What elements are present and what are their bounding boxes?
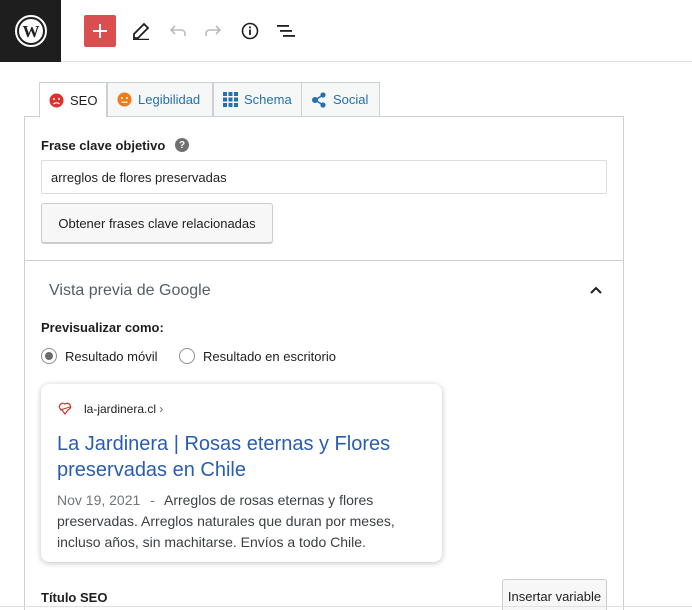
sad-face-icon	[49, 93, 64, 107]
serp-title: La Jardinera | Rosas eternas y Flores pr…	[57, 433, 391, 481]
seo-title-label: Título SEO	[41, 590, 108, 605]
focus-keyphrase-input[interactable]: arreglos de flores preservadas	[41, 160, 607, 194]
share-icon	[312, 91, 326, 108]
tab-schema[interactable]: Schema	[213, 82, 302, 117]
serp-date: Nov 19, 2021	[57, 492, 141, 508]
undo-button[interactable]	[162, 15, 194, 47]
tab-legibilidad-label: Legibilidad	[138, 92, 201, 107]
serp-url-chevron: ›	[159, 402, 164, 416]
svg-text:W: W	[22, 22, 39, 41]
preview-as-label: Previsualizar como:	[41, 320, 164, 335]
tab-schema-label: Schema	[244, 92, 292, 107]
editor-toolbar: W	[0, 0, 692, 62]
radio-button-checked[interactable]	[41, 348, 57, 364]
add-block-button[interactable]	[84, 15, 116, 47]
radio-desktop-label: Resultado en escritorio	[203, 348, 336, 364]
radio-button-unchecked[interactable]	[179, 348, 195, 364]
serp-description: Nov 19, 2021 - Arreglos de rosas eternas…	[57, 490, 427, 553]
focus-keyphrase-value: arreglos de flores preservadas	[51, 169, 227, 185]
plus-icon	[93, 24, 107, 38]
seo-panel: Frase clave objetivo ? arreglos de flore…	[24, 116, 624, 610]
bottom-divider	[0, 606, 692, 607]
list-view-icon	[277, 25, 295, 37]
tab-social[interactable]: Social	[301, 82, 380, 117]
grid-icon	[223, 92, 238, 107]
tab-seo-label: SEO	[70, 92, 98, 108]
redo-button[interactable]	[197, 15, 229, 47]
info-icon	[241, 22, 259, 40]
tab-social-label: Social	[333, 92, 369, 107]
wordpress-logo-icon[interactable]: W	[0, 0, 61, 62]
serp-separator: -	[150, 492, 155, 508]
redo-icon	[205, 25, 222, 36]
tab-legibilidad[interactable]: Legibilidad	[107, 82, 213, 117]
radio-desktop-result[interactable]: Resultado en escritorio	[179, 348, 336, 364]
google-preview-title: Vista previa de Google	[49, 282, 211, 299]
question-icon[interactable]: ?	[175, 138, 189, 152]
tools-button[interactable]	[125, 15, 157, 47]
radio-mobile-result[interactable]: Resultado móvil	[41, 348, 158, 364]
serp-url-text: la-jardinera.cl	[84, 402, 157, 416]
favicon-icon	[58, 402, 72, 415]
get-related-keyphrases-button[interactable]: Obtener frases clave relacionadas	[41, 203, 273, 243]
focus-keyphrase-section: Frase clave objetivo ? arreglos de flore…	[25, 117, 623, 261]
neutral-face-icon	[117, 92, 132, 107]
focus-keyphrase-label: Frase clave objetivo	[41, 138, 166, 153]
tab-seo[interactable]: SEO	[39, 82, 107, 118]
pencil-icon	[133, 22, 150, 40]
undo-icon	[169, 25, 186, 36]
serp-preview-card: la-jardinera.cl › La Jardinera | Rosas e…	[41, 384, 442, 562]
list-view-button[interactable]	[270, 15, 302, 47]
details-button[interactable]	[234, 15, 266, 47]
serp-url: la-jardinera.cl ›	[84, 402, 163, 416]
radio-mobile-label: Resultado móvil	[65, 348, 158, 364]
chevron-up-icon[interactable]	[586, 280, 606, 300]
